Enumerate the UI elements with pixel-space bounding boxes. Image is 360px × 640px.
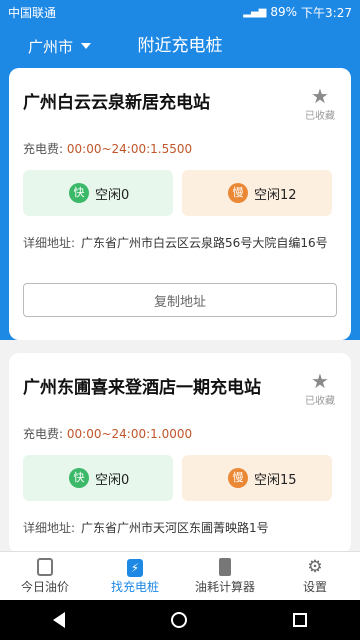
- slow-available-label: 空闲15: [254, 472, 297, 488]
- fast-charger-status[interactable]: 快 空闲0: [23, 455, 173, 501]
- tab-fuel-calculator[interactable]: 油耗计算器: [180, 552, 270, 600]
- slow-available-label: 空闲12: [254, 187, 297, 203]
- fee-label: 充电费:: [23, 427, 64, 441]
- tab-label: 今日油价: [20, 580, 69, 594]
- fast-badge: 快: [69, 468, 89, 488]
- slow-charger-status[interactable]: 慢 空闲12: [182, 170, 332, 216]
- slow-charger-status[interactable]: 慢 空闲15: [182, 455, 332, 501]
- fee-value: 00:00~24:00:1.0000: [66, 427, 193, 441]
- tab-label: 找充电桩: [110, 580, 159, 594]
- phone-icon: [219, 558, 231, 578]
- fast-available-label: 空闲0: [95, 472, 130, 488]
- recent-apps-icon[interactable]: [293, 613, 307, 627]
- tab-label: 油耗计算器: [194, 580, 255, 594]
- fast-available-label: 空闲0: [95, 187, 130, 203]
- system-navigation-bar: [0, 600, 360, 640]
- slow-badge: 慢: [228, 183, 248, 203]
- carrier-label: 中国联通: [8, 5, 57, 20]
- favorite-button[interactable]: ★ 已收藏: [303, 86, 337, 122]
- address-value: 广东省广州市天河区东圃菁映路1号: [81, 521, 269, 535]
- fee-row: 充电费: 00:00~24:00:1.0000: [23, 425, 192, 442]
- star-icon: ★: [311, 84, 329, 108]
- favorite-label: 已收藏: [305, 111, 335, 122]
- address-row: 详细地址: 广东省广州市白云区云泉路56号大院自编16号: [23, 233, 343, 253]
- app-bar: 广州市 附近充电桩: [0, 24, 360, 68]
- address-value: 广东省广州市白云区云泉路56号大院自编16号: [81, 236, 328, 250]
- star-icon: ★: [311, 369, 329, 393]
- tab-settings[interactable]: ⚙ 设置: [270, 552, 360, 600]
- tab-find-charger[interactable]: ⚡ 找充电桩: [90, 552, 180, 600]
- status-right: ▂▄▆ 89% 下午3:27: [243, 4, 352, 21]
- address-label: 详细地址:: [23, 236, 76, 250]
- copy-address-button[interactable]: 复制地址: [23, 283, 337, 317]
- gear-icon: ⚙: [307, 557, 323, 577]
- station-name: 广州东圃喜来登酒店一期充电站: [23, 378, 261, 398]
- slow-badge: 慢: [228, 468, 248, 488]
- bottom-tab-bar: 今日油价 ⚡ 找充电桩 油耗计算器 ⚙ 设置: [0, 551, 360, 600]
- favorite-button[interactable]: ★ 已收藏: [303, 371, 337, 407]
- address-label: 详细地址:: [23, 521, 76, 535]
- status-bar: 中国联通 ▂▄▆ 89% 下午3:27: [0, 0, 360, 24]
- battery-label: 89%: [270, 5, 298, 19]
- fast-charger-status[interactable]: 快 空闲0: [23, 170, 173, 216]
- fee-label: 充电费:: [23, 142, 64, 156]
- station-card: 广州白云云泉新居充电站 ★ 已收藏 充电费: 00:00~24:00:1.550…: [9, 68, 351, 340]
- home-icon[interactable]: [171, 612, 187, 628]
- page-title: 附近充电桩: [137, 36, 223, 56]
- signal-icon: ▂▄▆: [243, 6, 267, 18]
- fast-badge: 快: [69, 183, 89, 203]
- charging-icon: ⚡: [127, 558, 143, 578]
- tab-oil-price[interactable]: 今日油价: [0, 552, 90, 600]
- favorite-label: 已收藏: [305, 396, 335, 407]
- document-icon: [37, 558, 53, 578]
- back-icon[interactable]: [53, 612, 65, 628]
- tab-label: 设置: [302, 580, 327, 594]
- address-row: 详细地址: 广东省广州市天河区东圃菁映路1号: [23, 518, 343, 538]
- station-name: 广州白云云泉新居充电站: [23, 93, 210, 113]
- station-card: 广州东圃喜来登酒店一期充电站 ★ 已收藏 充电费: 00:00~24:00:1.…: [9, 353, 351, 553]
- fee-row: 充电费: 00:00~24:00:1.5500: [23, 140, 192, 157]
- time-label: 下午3:27: [301, 5, 352, 20]
- fee-value: 00:00~24:00:1.5500: [66, 142, 193, 156]
